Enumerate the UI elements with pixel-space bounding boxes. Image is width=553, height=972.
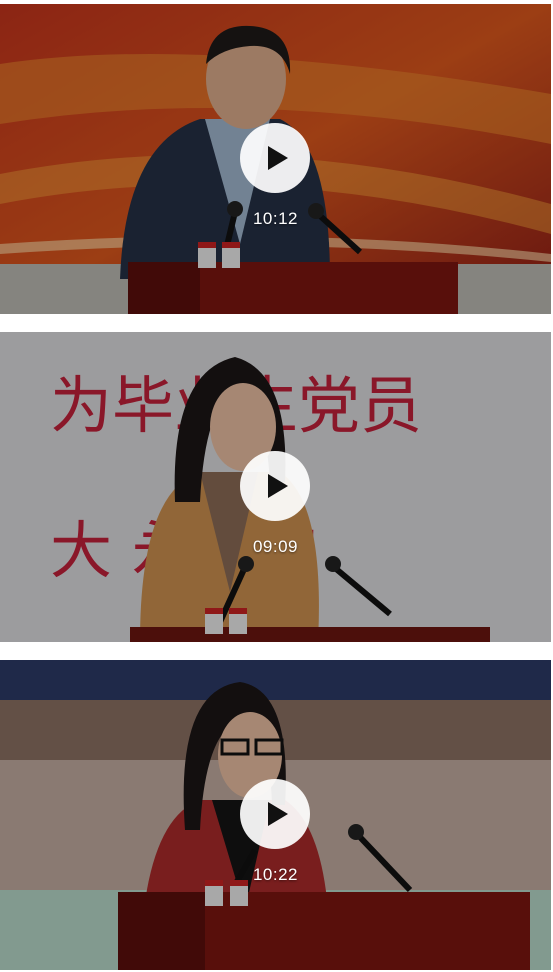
video-card-2[interactable]: 为毕业生党员 大 永远的 09:09 <box>0 332 551 642</box>
play-button[interactable] <box>239 779 310 849</box>
video-duration: 10:12 <box>252 209 299 228</box>
play-icon <box>267 474 288 498</box>
play-button[interactable] <box>239 123 310 193</box>
play-icon <box>267 146 288 170</box>
video-duration: 10:22 <box>252 865 299 884</box>
play-icon <box>267 802 288 826</box>
video-card-3[interactable]: 10:22 <box>0 660 551 970</box>
video-card-1[interactable]: 10:12 <box>0 4 551 314</box>
video-duration: 09:09 <box>252 537 299 556</box>
play-button[interactable] <box>239 451 310 521</box>
